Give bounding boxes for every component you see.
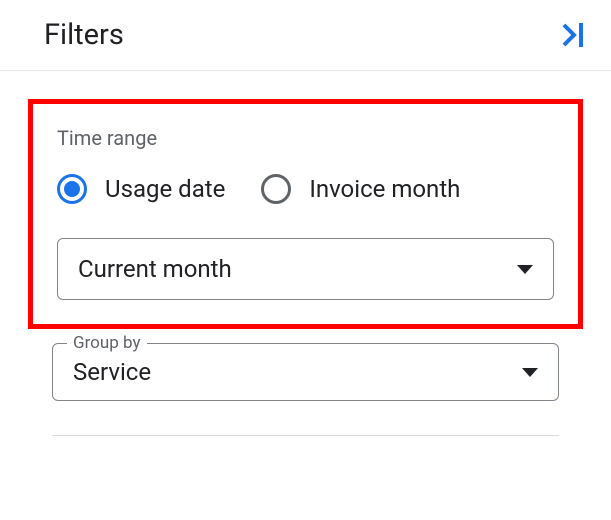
group-by-legend: Group by: [67, 333, 147, 353]
radio-selected-icon: [57, 174, 87, 204]
time-period-value: Current month: [78, 255, 232, 283]
time-range-radio-group: Usage date Invoice month: [57, 174, 554, 204]
panel-content: Time range Usage date Invoice month Curr…: [0, 71, 611, 436]
section-divider: [52, 435, 559, 436]
collapse-panel-icon[interactable]: [561, 20, 587, 50]
time-range-label: Time range: [57, 126, 554, 150]
invoice-month-label: Invoice month: [309, 175, 460, 203]
invoice-month-radio[interactable]: Invoice month: [261, 174, 460, 204]
radio-unselected-icon: [261, 174, 291, 204]
group-by-wrap: Group by Service: [28, 343, 583, 401]
time-range-highlight: Time range Usage date Invoice month Curr…: [28, 99, 583, 329]
panel-title: Filters: [44, 18, 124, 52]
chevron-down-icon: [522, 368, 538, 377]
time-period-select[interactable]: Current month: [57, 238, 554, 300]
group-by-select[interactable]: Group by Service: [52, 343, 559, 401]
usage-date-label: Usage date: [105, 175, 225, 203]
usage-date-radio[interactable]: Usage date: [57, 174, 225, 204]
chevron-down-icon: [517, 265, 533, 274]
filters-panel: Filters Time range Usage date Invoice mo…: [0, 0, 611, 436]
panel-header: Filters: [0, 0, 611, 71]
group-by-value: Service: [73, 358, 151, 386]
